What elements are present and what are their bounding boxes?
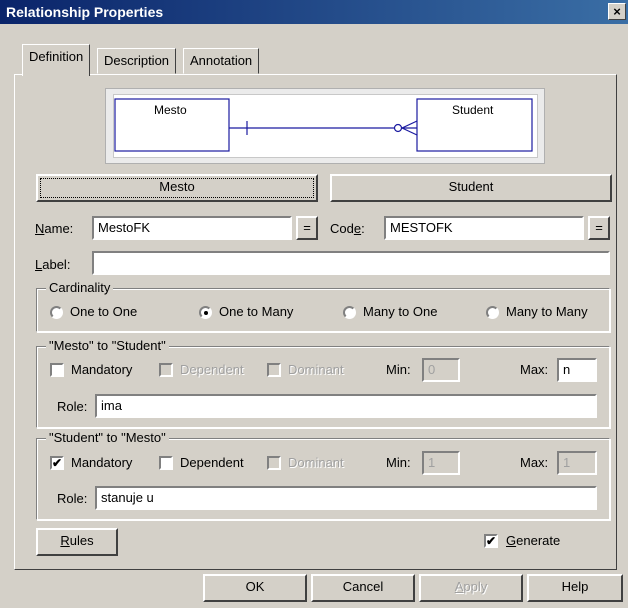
diagram-entity-right-label: Student bbox=[452, 103, 494, 117]
role2-role-label: Role: bbox=[57, 491, 88, 506]
role1-dominant-label: Dominant bbox=[288, 362, 344, 377]
role1-role-label: Role: bbox=[57, 399, 88, 414]
tab-description[interactable]: Description bbox=[97, 48, 177, 74]
radio-many-to-many[interactable] bbox=[486, 306, 499, 319]
role1-max-label: Max: bbox=[520, 362, 549, 377]
role2-min-field: 1 bbox=[422, 451, 460, 475]
role2-role-field[interactable]: stanuje u bbox=[95, 486, 597, 510]
role2-max-field: 1 bbox=[557, 451, 597, 475]
role1-min-field: 0 bbox=[422, 358, 460, 382]
cardinality-title: Cardinality bbox=[46, 280, 114, 295]
role1-title: "Mesto" to "Student" bbox=[46, 338, 169, 353]
label-field[interactable] bbox=[92, 251, 610, 275]
radio-one-to-many[interactable] bbox=[199, 306, 212, 319]
title-bar: Relationship Properties × bbox=[0, 0, 628, 24]
generate-label[interactable]: Generate bbox=[506, 533, 560, 548]
code-label: Code: bbox=[330, 221, 365, 236]
role2-dominant-label: Dominant bbox=[288, 455, 344, 470]
name-field[interactable]: MestoFK bbox=[92, 216, 292, 240]
label-label: Label: bbox=[35, 257, 71, 272]
radio-one-to-one-label[interactable]: One to One bbox=[70, 304, 137, 319]
diagram-entity-left-label: Mesto bbox=[154, 103, 187, 117]
role2-min-label: Min: bbox=[386, 455, 411, 470]
ok-button[interactable]: OK bbox=[203, 574, 307, 602]
optional-marker bbox=[393, 123, 403, 133]
relationship-diagram: Mesto Student bbox=[113, 94, 538, 158]
help-button[interactable]: Help bbox=[527, 574, 623, 602]
name-equals-button[interactable]: = bbox=[296, 216, 318, 240]
role2-dependent-label[interactable]: Dependent bbox=[180, 455, 244, 470]
role1-min-label: Min: bbox=[386, 362, 411, 377]
left-entity-button[interactable]: Mesto bbox=[36, 174, 318, 202]
close-icon[interactable]: × bbox=[608, 3, 626, 20]
role2-max-label: Max: bbox=[520, 455, 549, 470]
radio-one-to-one[interactable] bbox=[50, 306, 63, 319]
name-label: Name: bbox=[35, 221, 74, 236]
role2-title: "Student" to "Mesto" bbox=[46, 430, 169, 445]
crowfoot-bottom bbox=[401, 127, 418, 136]
cancel-button[interactable]: Cancel bbox=[311, 574, 415, 602]
role1-mandatory-checkbox[interactable] bbox=[50, 363, 64, 377]
role1-mandatory-label[interactable]: Mandatory bbox=[71, 362, 132, 377]
apply-button: Apply bbox=[419, 574, 523, 602]
role2-dependent-checkbox[interactable] bbox=[159, 456, 173, 470]
tab-annotation[interactable]: Annotation bbox=[183, 48, 260, 74]
role2-dominant-checkbox bbox=[267, 456, 281, 470]
rules-button[interactable]: Rules bbox=[36, 528, 118, 556]
radio-many-to-one[interactable] bbox=[343, 306, 356, 319]
code-field[interactable]: MESTOFK bbox=[384, 216, 584, 240]
generate-checkbox[interactable]: ✔ bbox=[484, 534, 498, 548]
role2-mandatory-label[interactable]: Mandatory bbox=[71, 455, 132, 470]
code-equals-button[interactable]: = bbox=[588, 216, 610, 240]
role2-mandatory-checkbox[interactable]: ✔ bbox=[50, 456, 64, 470]
right-entity-button[interactable]: Student bbox=[330, 174, 612, 202]
role1-dependent-label: Dependent bbox=[180, 362, 244, 377]
radio-one-to-many-label[interactable]: One to Many bbox=[219, 304, 293, 319]
window-title: Relationship Properties bbox=[6, 4, 164, 20]
role1-role-field[interactable]: ima bbox=[95, 394, 597, 418]
crowfoot-top bbox=[401, 120, 418, 129]
radio-many-to-one-label[interactable]: Many to One bbox=[363, 304, 437, 319]
role1-dominant-checkbox bbox=[267, 363, 281, 377]
role1-dependent-checkbox bbox=[159, 363, 173, 377]
radio-many-to-many-label[interactable]: Many to Many bbox=[506, 304, 588, 319]
role1-max-field[interactable]: n bbox=[557, 358, 597, 382]
tab-definition[interactable]: Definition bbox=[22, 44, 91, 76]
